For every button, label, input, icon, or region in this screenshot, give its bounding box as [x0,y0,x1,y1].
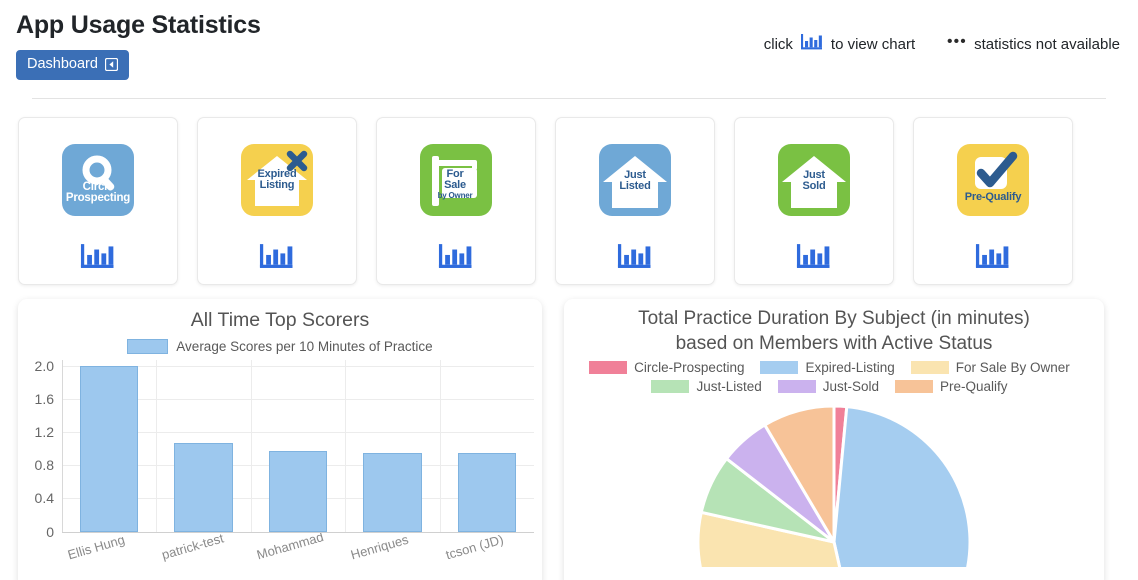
practice-duration-title: Total Practice Duration By Subject (in m… [564,299,1104,356]
just-listed-label-line2: Listed [619,179,651,192]
ellipsis-icon: ••• [947,32,968,50]
just-sold-tile: Just Sold [778,143,850,216]
x-axis-label: Mohammad [254,528,325,562]
legend-swatch-average-scores [127,338,169,354]
legend-label: Just-Sold [822,378,880,394]
app-cards-row: Circle Prospecting Expired Listing For S… [0,99,1138,285]
just-listed-tile: Just Listed [599,143,671,216]
legend-row: Circle-Prospecting Expired-Listing For Sal… [589,360,1079,375]
legend-swatch [651,379,690,393]
header-note-view-label: to view chart [830,35,916,53]
practice-duration-legend[interactable]: Circle-Prospecting Expired-Listing For Sal… [564,360,1104,394]
y-axis-tick: 1.6 [34,390,54,407]
header-divider [32,97,1106,99]
legend-label: For Sale By Owner [955,359,1070,375]
x-axis-label: patrick-test [160,529,226,562]
bar[interactable] [79,365,139,532]
header-note-click-group: click to view chart [764,32,915,56]
pre-qualify-tile: Pre-Qualify [957,143,1029,216]
top-scorers-legend[interactable]: Average Scores per 10 Minutes of Practic… [18,338,542,354]
circle-prospecting-label-line2: Prospecting [65,192,131,205]
legend-item[interactable]: Pre-Qualify [895,379,1008,394]
header-note-unavailable-group: ••• statistics not available [947,32,1120,53]
legend-item[interactable]: For Sale By Owner [910,359,1070,375]
app-card-for-sale-by-owner[interactable]: For Sale by Owner [376,116,536,285]
practice-duration-title-line1: Total Practice Duration By Subject (in m… [638,307,1030,329]
y-axis-tick: 2.0 [34,357,54,374]
app-card-circle-prospecting[interactable]: Circle Prospecting [18,116,178,285]
legend-item[interactable]: Just-Listed [651,378,762,394]
collapse-left-icon [104,57,118,71]
pre-qualify-label: Pre-Qualify [964,190,1022,203]
x-axis-label: tcson (JD) [443,531,505,562]
app-card-just-sold[interactable]: Just Sold [734,116,894,285]
bar-chart-icon[interactable] [800,32,824,56]
bar-chart-icon[interactable] [79,241,117,277]
page-header: App Usage Statistics Dashboard click to … [0,0,1138,99]
y-axis-tick: 0 [46,523,54,540]
bar-chart-icon[interactable] [795,241,833,277]
bar-chart-icon[interactable] [616,241,654,277]
bar[interactable] [457,453,517,532]
circle-prospecting-tile: Circle Prospecting [62,143,134,216]
for-sale-label-line3: by Owner [437,190,473,200]
legend-swatch [760,360,799,374]
bar-chart-icon[interactable] [974,241,1012,277]
top-scorers-panel: All Time Top Scorers Average Scores per … [18,298,542,580]
bar-chart-icon[interactable] [258,241,296,277]
dashboard-button-label: Dashboard [27,56,98,72]
bar-chart-icon[interactable] [437,241,475,277]
y-axis-tick: 0.8 [34,457,54,474]
y-axis-tick: 1.2 [34,423,54,440]
legend-label: Expired-Listing [805,359,895,375]
legend-row: Just-Listed Just-Sold Pre-Qualify [651,379,1016,394]
gridline-vertical [439,359,441,532]
header-note-unavailable-label: statistics not available [974,35,1120,53]
bar[interactable] [268,451,328,532]
gridline-vertical [156,359,158,532]
header-note: click to view chart ••• statistics not a… [764,32,1120,56]
top-scorers-title: All Time Top Scorers [190,308,370,331]
legend-item[interactable]: Circle-Prospecting [589,360,744,375]
top-scorers-plot: 0 0.4 0.8 1.2 1.6 2.0 Ellis Hung patrick-test Mo… [18,357,542,570]
header-note-click-label: click [763,35,793,53]
practice-duration-pie[interactable] [694,402,974,567]
legend-label: Just-Listed [696,378,762,394]
app-card-just-listed[interactable]: Just Listed [555,116,715,285]
legend-swatch [589,360,628,374]
app-card-pre-qualify[interactable]: Pre-Qualify [913,116,1073,285]
legend-label-average-scores: Average Scores per 10 Minutes of Practic… [176,338,433,354]
pie-slice[interactable] [832,404,972,567]
legend-label: Pre-Qualify [940,378,1008,394]
y-axis-tick: 0.4 [34,490,54,507]
just-sold-label-line2: Sold [802,179,826,192]
practice-duration-pie-wrap [564,402,1104,567]
x-axis-label: Ellis Hung [66,531,127,562]
legend-swatch [910,360,949,374]
y-axis-line [62,359,63,532]
bar[interactable] [174,442,233,532]
legend-item[interactable]: Expired-Listing [760,359,895,375]
x-axis-label: Henriques [349,531,411,562]
gridline-vertical [250,359,252,532]
practice-duration-title-line2: based on Members with Active Status [675,332,993,354]
for-sale-label-line2: Sale [444,178,466,191]
app-card-expired-listing[interactable]: Expired Listing [197,116,357,285]
checkbox-check-icon [975,151,1018,189]
dashboard-button[interactable]: Dashboard [16,50,129,80]
bar[interactable] [363,452,422,532]
legend-item[interactable]: Just-Sold [777,378,880,394]
expired-listing-tile: Expired Listing [241,143,313,216]
legend-label: Circle-Prospecting [634,359,745,375]
legend-swatch [895,379,934,393]
legend-swatch [777,379,816,393]
charts-row: All Time Top Scorers Average Scores per … [0,285,1138,580]
for-sale-by-owner-tile: For Sale by Owner [420,143,492,216]
app-usage-statistics-page: App Usage Statistics Dashboard click to … [0,0,1138,580]
x-axis-line [62,531,534,533]
gridline-vertical [345,359,347,532]
expired-listing-label-line2: Listing [259,178,295,191]
practice-duration-panel: Total Practice Duration By Subject (in m… [564,298,1104,580]
